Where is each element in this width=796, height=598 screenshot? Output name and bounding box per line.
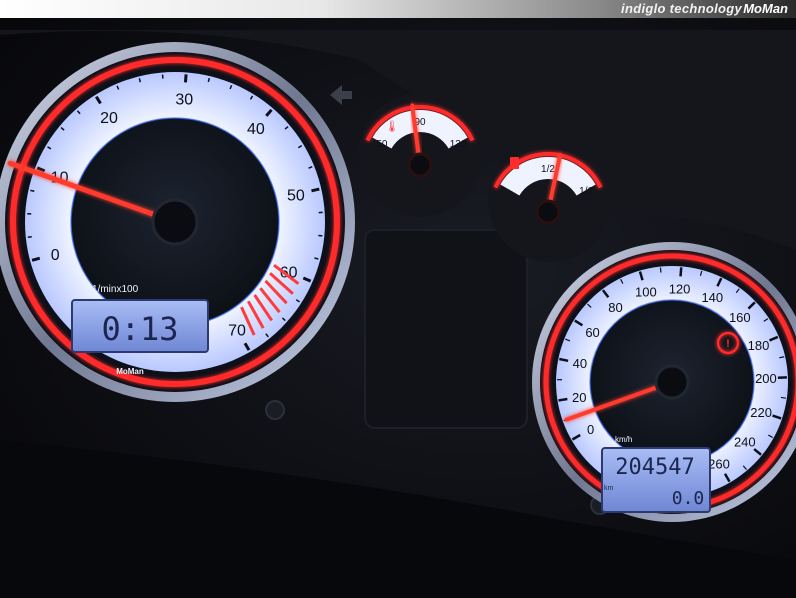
speedo-label: 260 [708,456,730,471]
speedo-label: 40 [573,356,587,371]
tacho-tick [30,189,35,193]
center-display-blank [364,229,528,429]
speedo-label: 160 [729,310,751,325]
tachometer: 010203040506070 1/minx100 0:13 MoMan [0,42,355,402]
tacho-label: 50 [287,187,305,204]
trip-unit: km [604,485,614,492]
tacho-label: 20 [100,110,118,127]
speedo-tick [780,396,786,399]
fuel-label: 1/2 [541,164,555,175]
speedo-label: 80 [608,300,622,315]
turn-indicator-icon [330,85,352,105]
speedo-label: 100 [635,285,657,300]
tacho-tick [183,74,188,83]
speedo-label: 0 [587,422,594,437]
temp-hub [407,152,433,178]
odometer-value: 204547 [615,455,694,480]
tacho-label: 0 [51,247,60,264]
tacho-label: 70 [228,322,246,339]
instrument-cluster-photo: indiglo technology MoMan 0 10 20 30 40 5… [0,0,796,598]
fuel-gauge: 1/2 1/1 [488,138,612,262]
trip-value: 0.0 [672,488,705,509]
brake-warning-mark: ! [726,338,730,350]
trip-reset-knob [265,400,285,420]
tacho-tick [31,256,41,262]
tacho-lcd-value: 0:13 [101,310,178,348]
temp-icon: 🌡 [385,120,399,133]
tacho-tick [207,77,211,83]
speedo-label: 200 [755,371,777,386]
speedo-label: 20 [572,390,586,405]
tacho-hub [151,198,199,246]
speedo-label: 120 [669,281,691,296]
fuel-hub [535,199,561,225]
tacho-label: 40 [247,121,265,138]
speedo-tick [559,357,569,363]
speedo-label: 220 [750,405,772,420]
tacho-label: 30 [175,91,193,108]
speedo-label: 60 [585,325,599,340]
cluster-graphic: 010203040506070 1/minx100 0:13 MoMan 509… [0,30,796,598]
speedo-unit: km/h [615,435,632,444]
speedo-tick [679,267,683,277]
tacho-unit: 1/minx100 [92,284,139,295]
temp-label: 50 [376,139,388,150]
temperature-gauge: 5090130 🌡 [358,93,482,217]
speedo-label: 240 [734,434,756,449]
temp-label: 130 [450,139,467,150]
speedo-label: 180 [748,338,770,353]
speedo-hub [654,364,690,400]
tacho-brand: MoMan [116,367,144,376]
speedo-tick [659,267,662,273]
tacho-tick [311,187,320,193]
fuel-label: 1/1 [579,186,593,197]
tacho-tick [314,257,319,260]
speedometer: 0 20 40 60 80 100 120 140 160 180 200 220 240 260 ! k… [532,242,796,522]
tacho-tick [138,78,142,83]
speedo-label: 140 [701,290,723,305]
fuel-pump-icon [510,157,519,169]
speedo-tick [558,397,568,402]
